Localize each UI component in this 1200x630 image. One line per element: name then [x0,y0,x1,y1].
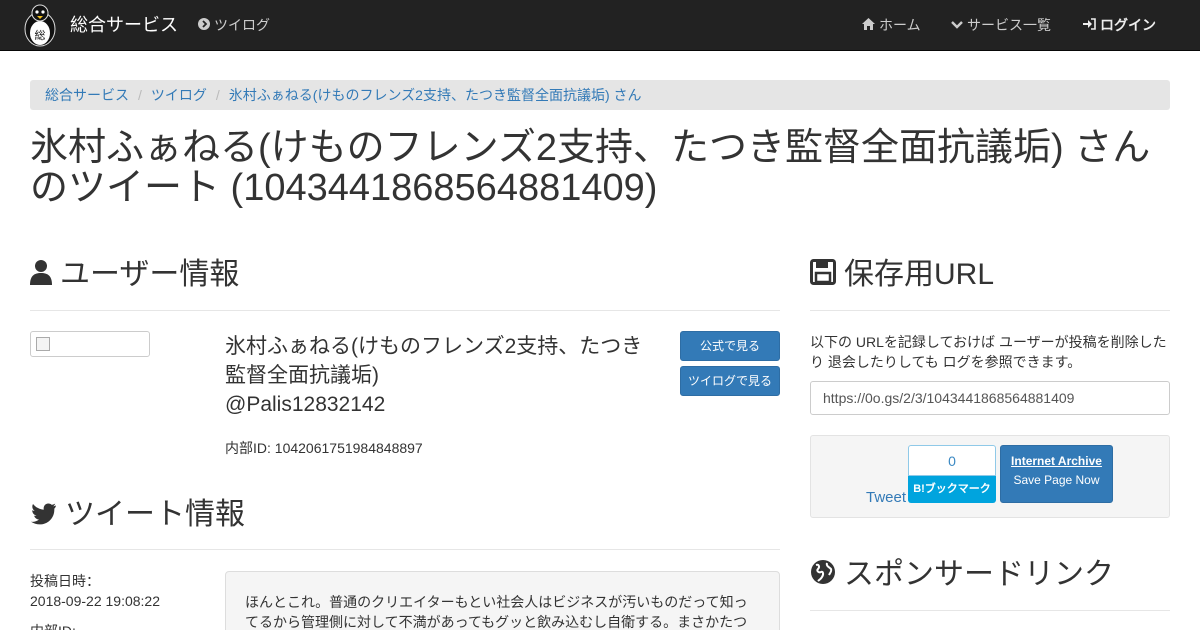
chevron-down-icon [951,16,963,34]
sponsor-heading-text: スポンサードリンク [844,558,1114,591]
chevron-circle-right-icon [198,16,210,34]
home-icon [862,16,875,34]
floppy-disk-icon [810,259,836,293]
nav-home[interactable]: ホーム [862,16,921,34]
posted-at-value: 2018-09-22 19:08:22 [30,593,160,609]
tweet-text: ほんとこれ。普通のクリエイターもとい社会人はビジネスが汚いものだって知ってるから… [245,594,748,630]
tweet-share-link[interactable]: Tweet [866,489,906,506]
divider [30,310,780,311]
user-internal-id: 内部ID: 1042061751984848897 [225,440,423,456]
breadcrumb-separator: / [215,87,220,103]
user-info-heading-text: ユーザー情報 [60,258,240,291]
user-info-heading: ユーザー情報 [30,258,239,293]
hatena-bookmark-count: 0 [908,445,996,476]
user-icon [30,259,52,293]
nav-twilog-label: ツイログ [214,17,270,33]
tweet-info-heading: ツイート情報 [30,498,245,533]
tweet-text-box: ほんとこれ。普通のクリエイターもとい社会人はビジネスが汚いものだって知ってるから… [225,571,780,630]
user-handle: @Palis12832142 [225,393,386,416]
internet-archive-title: Internet Archive [1011,454,1102,468]
save-url-description: 以下の URLを記録しておけば ユーザーが投稿を削除したり 退会したりしても ロ… [810,334,1167,370]
top-navbar: 総 総合サービス ツイログ ホーム サービス一覧 ログイン [0,0,1200,51]
user-display-name: 氷村ふぁねる(けものフレンズ2支持、たつき監督全面抗議垢) [225,335,643,387]
nav-services[interactable]: サービス一覧 [951,16,1051,34]
breadcrumb-separator: / [138,87,142,103]
penguin-logo-icon[interactable]: 総 [20,3,60,47]
avatar [30,331,150,357]
nav-login-label: ログイン [1100,17,1156,33]
broken-image-icon [36,337,50,351]
divider [810,610,1170,611]
tweet-id-label: 内部ID: [30,622,76,630]
hatena-bookmark-label: B!ブックマーク [908,476,996,503]
view-twilog-button[interactable]: ツイログで見る [680,366,780,396]
internet-archive-subtitle: Save Page Now [1013,473,1100,487]
page-title: 氷村ふぁねる(けものフレンズ2支持、たつき監督全面抗議垢) さんのツイート (1… [30,127,1151,209]
hatena-bookmark-button[interactable]: 0 B!ブックマーク [908,445,996,503]
divider [810,310,1170,311]
sign-in-icon [1083,16,1096,34]
brand-link[interactable]: 総合サービス [70,13,178,37]
breadcrumb-item-user[interactable]: 氷村ふぁねる(けものフレンズ2支持、たつき監督全面抗議垢) さん [229,87,642,103]
nav-twilog[interactable]: ツイログ [198,16,270,34]
nav-login[interactable]: ログイン [1083,16,1156,34]
tweet-info-heading-text: ツイート情報 [65,498,245,531]
save-url-field[interactable] [810,381,1170,415]
divider [30,549,780,550]
sponsor-heading: スポンサードリンク [810,558,1114,593]
internet-archive-button[interactable]: Internet Archive Save Page Now [1000,445,1113,503]
breadcrumb: 総合サービス / ツイログ / 氷村ふぁねる(けものフレンズ2支持、たつき監督全面抗議垢… [30,80,1170,110]
nav-home-label: ホーム [879,17,921,33]
globe-icon [810,559,836,593]
twitter-bird-icon [30,499,57,533]
user-name-block: 氷村ふぁねる(けものフレンズ2支持、たつき監督全面抗議垢) @Palis1283… [225,332,645,419]
svg-text:総: 総 [35,28,46,42]
breadcrumb-item-home[interactable]: 総合サービス [45,87,129,103]
breadcrumb-item-twilog[interactable]: ツイログ [151,87,207,103]
posted-at-label: 投稿日時： [30,573,100,589]
nav-services-label: サービス一覧 [967,17,1051,33]
save-url-heading-text: 保存用URL [844,258,995,291]
view-official-button[interactable]: 公式で見る [680,331,780,361]
save-url-heading: 保存用URL [810,258,994,293]
